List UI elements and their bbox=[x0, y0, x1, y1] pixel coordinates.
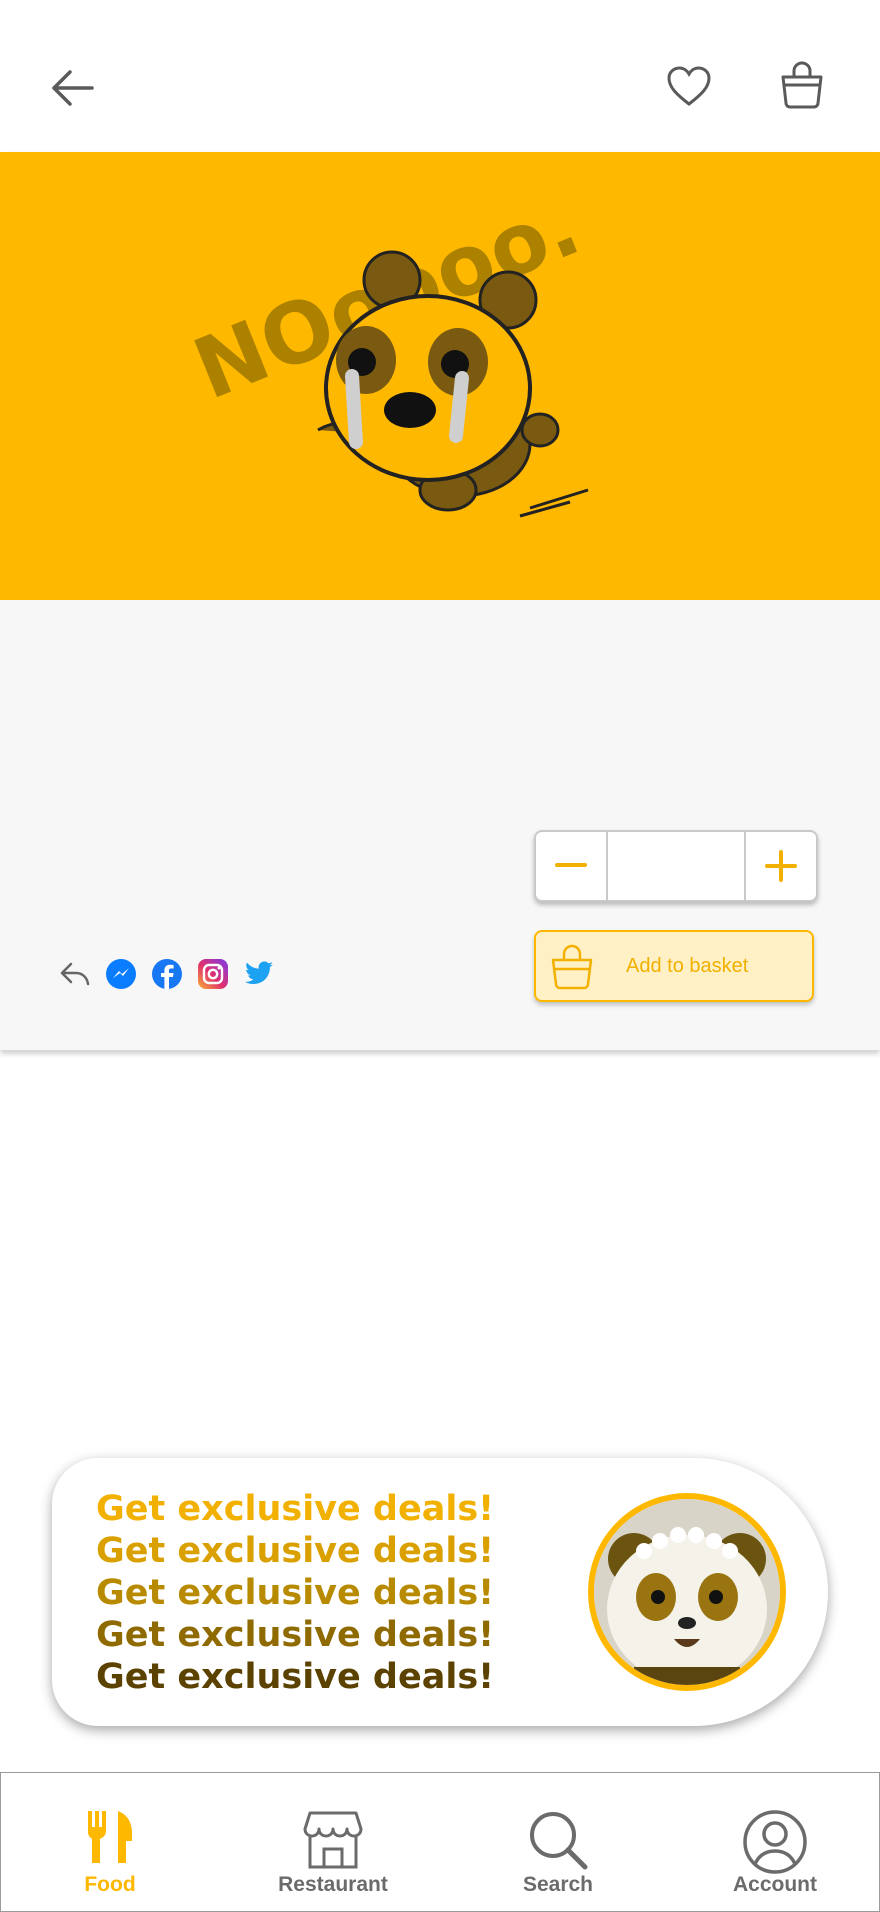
heart-icon[interactable] bbox=[664, 62, 714, 110]
minus-icon bbox=[555, 863, 587, 867]
quantity-value[interactable] bbox=[606, 832, 746, 900]
back-arrow-icon[interactable] bbox=[44, 64, 100, 112]
nav-label-restaurant: Restaurant bbox=[278, 1873, 388, 1896]
share-icon[interactable] bbox=[58, 957, 91, 990]
add-to-basket-button[interactable]: Add to basket bbox=[534, 930, 814, 1002]
nav-item-restaurant[interactable]: Restaurant bbox=[233, 1773, 433, 1911]
decrease-quantity-button[interactable] bbox=[536, 832, 606, 900]
promo-line-3: Get exclusive deals! bbox=[96, 1573, 495, 1613]
messenger-icon[interactable] bbox=[104, 957, 137, 990]
nav-label-account: Account bbox=[733, 1873, 817, 1896]
nav-item-account[interactable]: Account bbox=[675, 1773, 875, 1911]
store-icon bbox=[303, 1811, 363, 1869]
add-to-basket-label: Add to basket bbox=[626, 954, 749, 977]
exclusive-deals-banner[interactable]: Get exclusive deals! Get exclusive deals… bbox=[52, 1458, 828, 1726]
nav-label-food: Food bbox=[84, 1873, 136, 1896]
nav-item-search[interactable]: Search bbox=[458, 1773, 658, 1911]
instagram-icon[interactable] bbox=[196, 957, 229, 990]
panda-avatar bbox=[588, 1493, 786, 1691]
promo-line-1: Get exclusive deals! bbox=[96, 1489, 495, 1529]
promo-line-4: Get exclusive deals! bbox=[96, 1615, 495, 1655]
search-icon bbox=[530, 1812, 588, 1870]
account-icon bbox=[743, 1810, 807, 1874]
fork-knife-icon bbox=[87, 1811, 132, 1863]
facebook-icon[interactable] bbox=[150, 957, 183, 990]
basket-icon bbox=[551, 944, 593, 990]
top-bar bbox=[0, 0, 880, 152]
bottom-navigation: Food Restaurant Search Account bbox=[0, 1772, 880, 1912]
twitter-icon[interactable] bbox=[242, 957, 275, 990]
crying-panda-illustration: NOoooo. bbox=[181, 176, 593, 518]
product-hero-image: NOoooo. bbox=[0, 152, 880, 600]
increase-quantity-button[interactable] bbox=[746, 832, 816, 900]
share-bar bbox=[58, 957, 275, 990]
plus-icon bbox=[765, 850, 797, 882]
nav-item-food[interactable]: Food bbox=[10, 1773, 210, 1911]
promo-line-2: Get exclusive deals! bbox=[96, 1531, 495, 1571]
promo-text: Get exclusive deals! Get exclusive deals… bbox=[96, 1488, 494, 1698]
quantity-stepper bbox=[534, 830, 818, 902]
nav-label-search: Search bbox=[522, 1873, 594, 1896]
promo-line-5: Get exclusive deals! bbox=[96, 1657, 495, 1697]
shopping-basket-icon[interactable] bbox=[778, 60, 826, 110]
